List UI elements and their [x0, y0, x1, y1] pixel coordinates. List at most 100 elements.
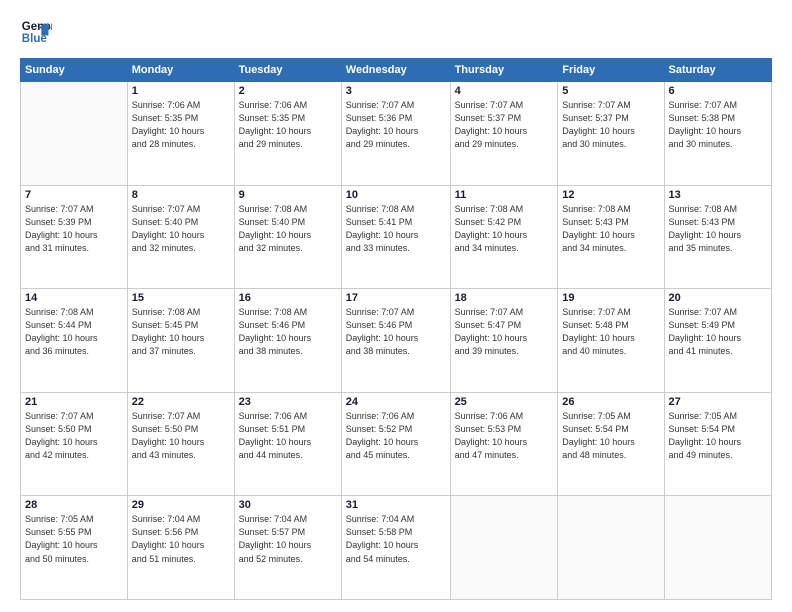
day-info: Sunrise: 7:08 AMSunset: 5:44 PMDaylight:…	[25, 306, 123, 358]
day-number: 15	[132, 292, 230, 304]
calendar-cell: 23 Sunrise: 7:06 AMSunset: 5:51 PMDayligh…	[234, 392, 341, 496]
day-number: 19	[562, 292, 659, 304]
day-info: Sunrise: 7:08 AMSunset: 5:45 PMDaylight:…	[132, 306, 230, 358]
day-number: 3	[346, 85, 446, 97]
day-number: 10	[346, 189, 446, 201]
day-number: 4	[455, 85, 554, 97]
day-info: Sunrise: 7:08 AMSunset: 5:40 PMDaylight:…	[239, 203, 337, 255]
calendar-cell	[21, 82, 128, 186]
day-info: Sunrise: 7:06 AMSunset: 5:52 PMDaylight:…	[346, 410, 446, 462]
calendar-cell	[558, 496, 664, 600]
calendar-cell: 7 Sunrise: 7:07 AMSunset: 5:39 PMDaylight…	[21, 185, 128, 289]
day-info: Sunrise: 7:07 AMSunset: 5:39 PMDaylight:…	[25, 203, 123, 255]
day-number: 18	[455, 292, 554, 304]
day-info: Sunrise: 7:07 AMSunset: 5:47 PMDaylight:…	[455, 306, 554, 358]
calendar-cell: 15 Sunrise: 7:08 AMSunset: 5:45 PMDayligh…	[127, 289, 234, 393]
day-info: Sunrise: 7:07 AMSunset: 5:40 PMDaylight:…	[132, 203, 230, 255]
day-number: 23	[239, 396, 337, 408]
calendar-table: SundayMondayTuesdayWednesdayThursdayFrid…	[20, 58, 772, 600]
day-info: Sunrise: 7:07 AMSunset: 5:48 PMDaylight:…	[562, 306, 659, 358]
weekday-header-row: SundayMondayTuesdayWednesdayThursdayFrid…	[21, 59, 772, 82]
day-info: Sunrise: 7:05 AMSunset: 5:55 PMDaylight:…	[25, 513, 123, 565]
calendar-cell: 5 Sunrise: 7:07 AMSunset: 5:37 PMDaylight…	[558, 82, 664, 186]
day-info: Sunrise: 7:06 AMSunset: 5:35 PMDaylight:…	[239, 99, 337, 151]
calendar-cell: 14Sunrise: 7:08 AMSunset: 5:44 PMDayligh…	[21, 289, 128, 393]
day-number: 9	[239, 189, 337, 201]
logo-icon: General Blue	[20, 16, 52, 48]
page: General Blue SundayMondayTuesdayWednesda…	[0, 0, 792, 612]
calendar-cell: 26Sunrise: 7:05 AMSunset: 5:54 PMDayligh…	[558, 392, 664, 496]
header: General Blue	[20, 16, 772, 48]
day-number: 6	[669, 85, 767, 97]
calendar-cell	[664, 496, 771, 600]
day-number: 27	[669, 396, 767, 408]
calendar-cell: 18 Sunrise: 7:07 AMSunset: 5:47 PMDayligh…	[450, 289, 558, 393]
day-info: Sunrise: 7:05 AMSunset: 5:54 PMDaylight:…	[669, 410, 767, 462]
day-number: 7	[25, 189, 123, 201]
day-number: 16	[239, 292, 337, 304]
week-row-5: 28 Sunrise: 7:05 AMSunset: 5:55 PMDayligh…	[21, 496, 772, 600]
day-number: 25	[455, 396, 554, 408]
calendar-cell: 19 Sunrise: 7:07 AMSunset: 5:48 PMDayligh…	[558, 289, 664, 393]
day-number: 12	[562, 189, 659, 201]
calendar-cell: 8 Sunrise: 7:07 AMSunset: 5:40 PMDaylight…	[127, 185, 234, 289]
day-info: Sunrise: 7:08 AMSunset: 5:43 PMDaylight:…	[669, 203, 767, 255]
day-number: 8	[132, 189, 230, 201]
day-number: 20	[669, 292, 767, 304]
day-number: 29	[132, 499, 230, 511]
day-info: Sunrise: 7:07 AMSunset: 5:37 PMDaylight:…	[562, 99, 659, 151]
calendar-cell: 20 Sunrise: 7:07 AMSunset: 5:49 PMDayligh…	[664, 289, 771, 393]
day-number: 13	[669, 189, 767, 201]
day-info: Sunrise: 7:08 AMSunset: 5:41 PMDaylight:…	[346, 203, 446, 255]
day-number: 22	[132, 396, 230, 408]
calendar-cell: 25 Sunrise: 7:06 AMSunset: 5:53 PMDayligh…	[450, 392, 558, 496]
calendar-cell: 13 Sunrise: 7:08 AMSunset: 5:43 PMDayligh…	[664, 185, 771, 289]
weekday-header-thursday: Thursday	[450, 59, 558, 82]
calendar-cell: 31 Sunrise: 7:04 AMSunset: 5:58 PMDayligh…	[341, 496, 450, 600]
calendar-cell: 30Sunrise: 7:04 AMSunset: 5:57 PMDayligh…	[234, 496, 341, 600]
day-info: Sunrise: 7:06 AMSunset: 5:53 PMDaylight:…	[455, 410, 554, 462]
calendar-cell: 17 Sunrise: 7:07 AMSunset: 5:46 PMDayligh…	[341, 289, 450, 393]
calendar-cell: 1 Sunrise: 7:06 AMSunset: 5:35 PMDaylight…	[127, 82, 234, 186]
day-info: Sunrise: 7:08 AMSunset: 5:46 PMDaylight:…	[239, 306, 337, 358]
day-number: 11	[455, 189, 554, 201]
day-info: Sunrise: 7:06 AMSunset: 5:35 PMDaylight:…	[132, 99, 230, 151]
calendar-cell: 16 Sunrise: 7:08 AMSunset: 5:46 PMDayligh…	[234, 289, 341, 393]
day-number: 17	[346, 292, 446, 304]
day-info: Sunrise: 7:07 AMSunset: 5:36 PMDaylight:…	[346, 99, 446, 151]
calendar-cell: 11Sunrise: 7:08 AMSunset: 5:42 PMDayligh…	[450, 185, 558, 289]
day-info: Sunrise: 7:08 AMSunset: 5:43 PMDaylight:…	[562, 203, 659, 255]
week-row-3: 14Sunrise: 7:08 AMSunset: 5:44 PMDayligh…	[21, 289, 772, 393]
day-info: Sunrise: 7:07 AMSunset: 5:46 PMDaylight:…	[346, 306, 446, 358]
weekday-header-tuesday: Tuesday	[234, 59, 341, 82]
weekday-header-saturday: Saturday	[664, 59, 771, 82]
day-info: Sunrise: 7:06 AMSunset: 5:51 PMDaylight:…	[239, 410, 337, 462]
day-number: 28	[25, 499, 123, 511]
day-info: Sunrise: 7:07 AMSunset: 5:37 PMDaylight:…	[455, 99, 554, 151]
calendar-cell: 9 Sunrise: 7:08 AMSunset: 5:40 PMDaylight…	[234, 185, 341, 289]
weekday-header-monday: Monday	[127, 59, 234, 82]
week-row-2: 7 Sunrise: 7:07 AMSunset: 5:39 PMDaylight…	[21, 185, 772, 289]
weekday-header-wednesday: Wednesday	[341, 59, 450, 82]
day-number: 1	[132, 85, 230, 97]
day-number: 2	[239, 85, 337, 97]
calendar-cell: 4 Sunrise: 7:07 AMSunset: 5:37 PMDaylight…	[450, 82, 558, 186]
logo: General Blue	[20, 16, 52, 48]
day-number: 5	[562, 85, 659, 97]
calendar-cell: 6 Sunrise: 7:07 AMSunset: 5:38 PMDaylight…	[664, 82, 771, 186]
day-number: 21	[25, 396, 123, 408]
day-info: Sunrise: 7:07 AMSunset: 5:49 PMDaylight:…	[669, 306, 767, 358]
day-number: 24	[346, 396, 446, 408]
day-number: 31	[346, 499, 446, 511]
calendar-cell: 2 Sunrise: 7:06 AMSunset: 5:35 PMDaylight…	[234, 82, 341, 186]
day-info: Sunrise: 7:04 AMSunset: 5:56 PMDaylight:…	[132, 513, 230, 565]
day-info: Sunrise: 7:04 AMSunset: 5:58 PMDaylight:…	[346, 513, 446, 565]
day-info: Sunrise: 7:07 AMSunset: 5:38 PMDaylight:…	[669, 99, 767, 151]
weekday-header-friday: Friday	[558, 59, 664, 82]
day-number: 26	[562, 396, 659, 408]
calendar-cell: 12 Sunrise: 7:08 AMSunset: 5:43 PMDayligh…	[558, 185, 664, 289]
day-info: Sunrise: 7:07 AMSunset: 5:50 PMDaylight:…	[25, 410, 123, 462]
calendar-cell: 3 Sunrise: 7:07 AMSunset: 5:36 PMDaylight…	[341, 82, 450, 186]
day-info: Sunrise: 7:07 AMSunset: 5:50 PMDaylight:…	[132, 410, 230, 462]
day-info: Sunrise: 7:04 AMSunset: 5:57 PMDaylight:…	[239, 513, 337, 565]
